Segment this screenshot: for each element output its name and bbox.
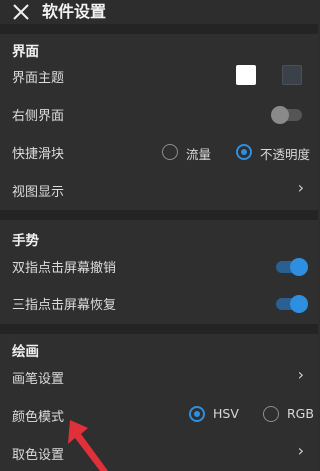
radio-opacity[interactable] — [236, 144, 252, 160]
radio-hsv-label: HSV — [213, 406, 239, 421]
radio-flow[interactable] — [162, 144, 178, 160]
theme-swatch-dark[interactable] — [282, 65, 302, 85]
chevron-right-icon[interactable]: › — [298, 441, 304, 460]
theme-swatch-light[interactable] — [236, 65, 256, 85]
chevron-right-icon[interactable]: › — [298, 178, 304, 197]
section-title-drawing: 绘画 — [12, 344, 39, 360]
quick-slider-label: 快捷滑块 — [12, 147, 65, 162]
three-finger-label: 三指点击屏幕恢复 — [12, 298, 117, 313]
radio-rgb[interactable] — [263, 406, 279, 422]
two-finger-label: 双指点击屏幕撤销 — [12, 261, 117, 276]
close-icon[interactable] — [12, 3, 30, 21]
section-divider — [0, 324, 318, 334]
right-side-label: 右侧界面 — [12, 109, 65, 124]
radio-opacity-label: 不透明度 — [260, 147, 311, 162]
pick-color-label[interactable]: 取色设置 — [12, 444, 64, 463]
gestures-section: 手势 双指点击屏幕撤销 三指点击屏幕恢复 — [0, 220, 318, 324]
theme-label: 界面主题 — [12, 71, 65, 86]
chevron-right-icon[interactable]: › — [298, 365, 304, 384]
radio-flow-label: 流量 — [186, 147, 212, 162]
radio-hsv[interactable] — [189, 406, 205, 422]
section-divider — [0, 24, 318, 34]
header: 软件设置 — [0, 0, 318, 24]
section-title-interface: 界面 — [12, 44, 39, 60]
section-title-gestures: 手势 — [12, 233, 39, 249]
brush-settings-label[interactable]: 画笔设置 — [12, 368, 64, 387]
color-mode-label: 颜色模式 — [12, 410, 65, 425]
drawing-section: 绘画 画笔设置 › 颜色模式 HSV RGB 取色设置 › — [0, 334, 318, 471]
page-title: 软件设置 — [42, 2, 107, 21]
annotation-arrow-icon — [68, 420, 108, 471]
view-display-label[interactable]: 视图显示 — [12, 181, 64, 200]
section-divider — [0, 210, 318, 220]
radio-rgb-label: RGB — [287, 406, 314, 421]
interface-section: 界面 界面主题 右侧界面 快捷滑块 流量 不透明度 视图显示 › — [0, 34, 318, 210]
